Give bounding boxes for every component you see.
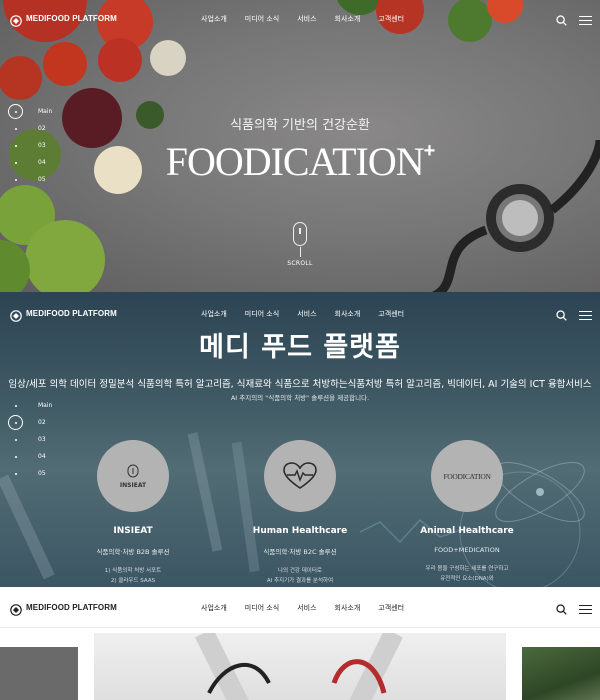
slide-panel-right[interactable] [522, 647, 600, 700]
card-title: INSIEAT [113, 526, 153, 536]
insieat-logo-circle: INSIEAT [97, 440, 169, 512]
card-desc: 식품의학·처방 B2C 솔루션 [263, 548, 337, 556]
hamburger-menu-icon[interactable] [579, 310, 592, 321]
logo-text: MEDIFOOD PLATFORM [26, 308, 117, 318]
nav-item-support[interactable]: 고객센터 [378, 309, 404, 319]
nav-item-media[interactable]: 미디어 소식 [245, 14, 279, 24]
medifood-logo-icon [10, 12, 22, 27]
medifood-logo-icon [10, 601, 22, 616]
pager-active-ring [8, 415, 23, 430]
foodication-logo-circle: FOODICATION [431, 440, 503, 512]
logo[interactable]: MEDIFOOD PLATFORM [10, 307, 117, 322]
nav-item-service[interactable]: 서비스 [297, 14, 316, 24]
card-desc: FOOD+MEDICATION [434, 546, 500, 554]
hero-section: 식품의학 기반의 건강순환 FOODICATION+ SCROLL MEDIFO… [0, 0, 600, 292]
foodication-logo-text: FOODICATION [443, 471, 491, 481]
section-pager: Main 02 03 04 05 [8, 103, 52, 188]
nav-item-company[interactable]: 회사소개 [335, 603, 361, 613]
card-detail: 나의 건강 데이터로 AI 추지기가 결과를 분석하여 [266, 568, 334, 584]
search-icon[interactable] [556, 600, 567, 619]
card-title: Animal Healthcare [420, 526, 514, 536]
card-title: Human Healthcare [252, 526, 348, 536]
logo[interactable]: MEDIFOOD PLATFORM [10, 601, 117, 616]
pager-item-04[interactable]: 04 [8, 448, 52, 465]
nav-item-business[interactable]: 사업소개 [201, 14, 227, 24]
header-icons [556, 600, 592, 619]
hamburger-menu-icon[interactable] [579, 15, 592, 26]
hero-brand-wordmark: FOODICATION+ [0, 138, 600, 185]
pager-item-05[interactable]: 05 [8, 171, 52, 188]
hero-subtitle: 식품의학 기반의 건강순환 [230, 118, 370, 133]
search-icon[interactable] [556, 11, 567, 30]
nav-item-media[interactable]: 미디어 소식 [245, 309, 279, 319]
platform-title: 메디 푸드 플랫폼 [199, 332, 401, 363]
service-card-animal-healthcare[interactable]: FOODICATION Animal Healthcare FOOD+MEDIC… [392, 440, 542, 584]
card-detail: 우리 몸을 구성하는 세포를 연구하고 유전적인 요소(DNA)와 [425, 566, 509, 582]
service-card-insieat[interactable]: INSIEAT INSIEAT 식품의학·처방 B2B 솔루션 1) 식품의학 … [58, 440, 208, 586]
hamburger-menu-icon[interactable] [579, 604, 592, 615]
medifood-logo-icon [10, 307, 22, 322]
nav-item-company[interactable]: 회사소개 [335, 309, 361, 319]
heart-pulse-icon [283, 462, 317, 489]
main-nav: 사업소개 미디어 소식 서비스 회사소개 고객센터 [201, 309, 422, 319]
main-nav: 사업소개 미디어 소식 서비스 회사소개 고객센터 [201, 14, 422, 24]
insieat-logo-text: INSIEAT [119, 482, 147, 489]
pager-item-03[interactable]: 03 [8, 137, 52, 154]
card-detail: 1) 식품의학 처방 서포트 2) 클라우드 SAAS [104, 568, 162, 584]
header-hero: MEDIFOOD PLATFORM 사업소개 미디어 소식 서비스 회사소개 고… [0, 0, 600, 38]
pager-item-02[interactable]: 02 [8, 414, 52, 431]
human-healthcare-circle [264, 440, 336, 512]
scroll-indicator[interactable]: SCROLL [287, 222, 313, 267]
header-divider [0, 627, 600, 628]
pager-item-main[interactable]: Main [8, 397, 52, 414]
nav-item-service[interactable]: 서비스 [297, 309, 316, 319]
card-desc: 식품의학·처방 B2B 솔루션 [96, 548, 170, 556]
pager-item-03[interactable]: 03 [8, 431, 52, 448]
header-icons [556, 306, 592, 325]
insieat-logo-icon [127, 464, 139, 478]
main-nav: 사업소개 미디어 소식 서비스 회사소개 고객센터 [201, 603, 422, 613]
doctor-stethoscope-image [195, 633, 403, 700]
mouse-icon [293, 222, 307, 246]
header-light: MEDIFOOD PLATFORM 사업소개 미디어 소식 서비스 회사소개 고… [0, 589, 600, 627]
hero-brand-text: FOODICATION [165, 139, 425, 184]
pager-item-02[interactable]: 02 [8, 120, 52, 137]
nav-item-service[interactable]: 서비스 [297, 603, 316, 613]
pager-item-main[interactable]: Main [8, 103, 52, 120]
platform-lead: 임상/세포 의학 데이터 정밀분석 식품의학 특허 알고리즘, 식재료와 식품으… [8, 379, 592, 390]
nav-item-media[interactable]: 미디어 소식 [245, 603, 279, 613]
nav-item-business[interactable]: 사업소개 [201, 309, 227, 319]
pager-item-05[interactable]: 05 [8, 465, 52, 482]
pager-active-ring [8, 104, 23, 119]
logo-text: MEDIFOOD PLATFORM [26, 602, 117, 612]
scroll-line [299, 247, 301, 257]
platform-section: MEDIFOOD PLATFORM 사업소개 미디어 소식 서비스 회사소개 고… [0, 292, 600, 587]
logo[interactable]: MEDIFOOD PLATFORM [10, 12, 117, 27]
pager-item-04[interactable]: 04 [8, 154, 52, 171]
hero-brand-plus: + [423, 140, 436, 162]
section-three: MEDIFOOD PLATFORM 사업소개 미디어 소식 서비스 회사소개 고… [0, 587, 600, 700]
nav-item-company[interactable]: 회사소개 [335, 14, 361, 24]
search-icon[interactable] [556, 306, 567, 325]
nav-item-support[interactable]: 고객센터 [378, 603, 404, 613]
nav-item-support[interactable]: 고객센터 [378, 14, 404, 24]
service-card-human-healthcare[interactable]: Human Healthcare 식품의학·처방 B2C 솔루션 나의 건강 데… [225, 440, 375, 586]
scroll-label: SCROLL [287, 260, 313, 267]
header-icons [556, 11, 592, 30]
logo-text: MEDIFOOD PLATFORM [26, 13, 117, 23]
nav-item-business[interactable]: 사업소개 [201, 603, 227, 613]
section-pager: Main 02 03 04 05 [8, 397, 52, 482]
slide-panel-left[interactable] [0, 647, 78, 700]
slide-panel-center[interactable] [94, 633, 506, 700]
platform-subtext: AI 추지의의 "식품의학 처방" 솔루션을 제공합니다. [230, 394, 370, 402]
